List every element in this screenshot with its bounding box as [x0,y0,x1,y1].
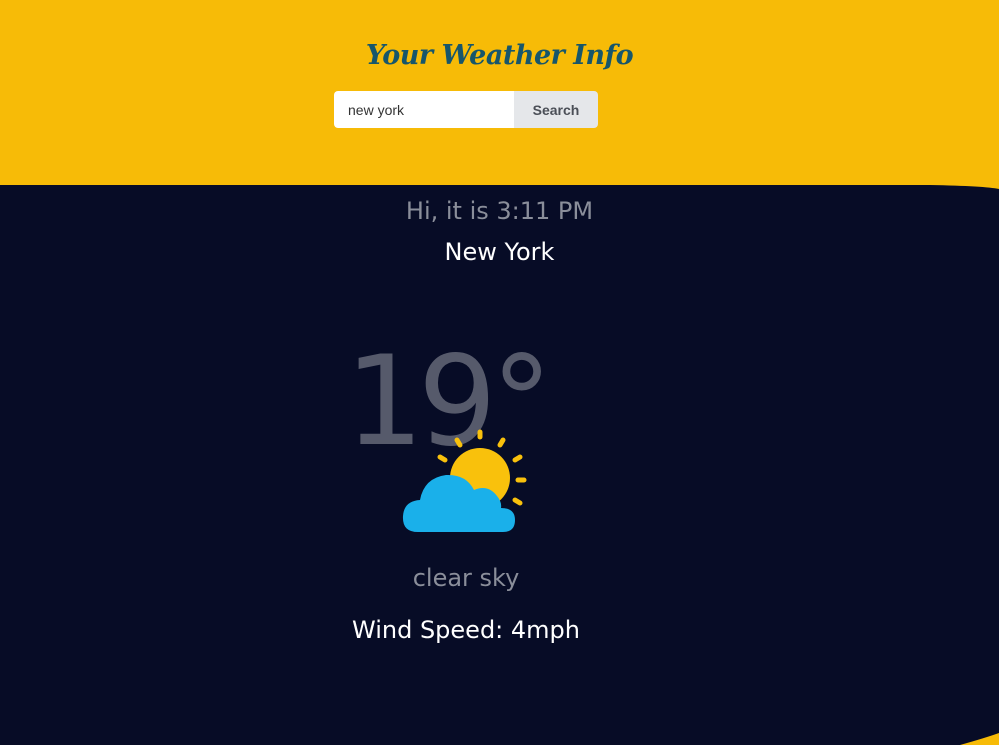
partly-cloudy-icon [402,429,527,532]
search-input[interactable] [334,91,514,128]
greeting-text: Hi, it is 3:11 PM [405,197,594,225]
app-title: Your Weather Info [365,40,634,71]
city-name: New York [444,238,555,266]
search-button[interactable]: Search [514,91,598,128]
header-bar: Your Weather Info Search [0,0,999,190]
wind-speed: Wind Speed: 4mph [352,616,580,644]
search-bar: Search [334,91,598,128]
weather-description: clear sky [412,564,520,592]
